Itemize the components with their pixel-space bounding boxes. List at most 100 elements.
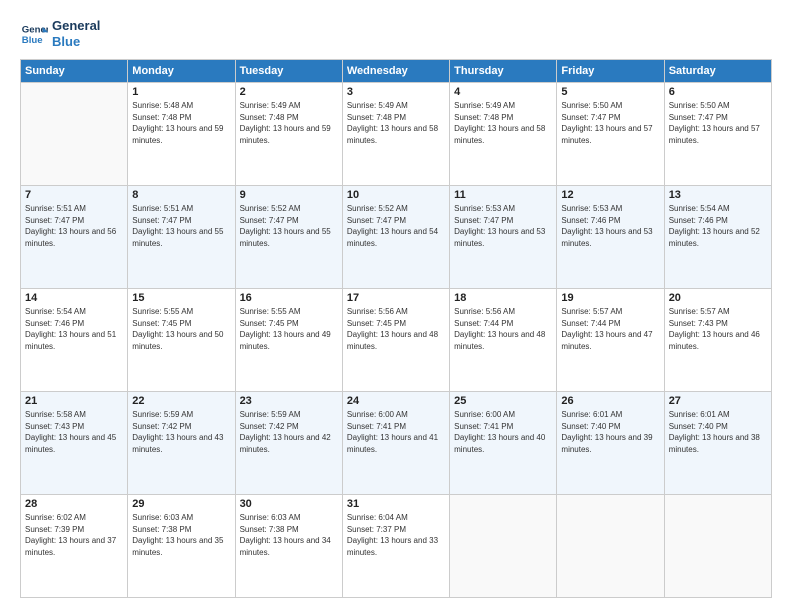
day-number: 31 bbox=[347, 498, 445, 510]
day-info: Sunrise: 5:48 AMSunset: 7:48 PMDaylight:… bbox=[132, 100, 230, 146]
day-number: 27 bbox=[669, 395, 767, 407]
calendar-cell: 17Sunrise: 5:56 AMSunset: 7:45 PMDayligh… bbox=[342, 289, 449, 392]
weekday-header-tuesday: Tuesday bbox=[235, 60, 342, 83]
day-info: Sunrise: 6:00 AMSunset: 7:41 PMDaylight:… bbox=[347, 409, 445, 455]
logo-text-blue: Blue bbox=[52, 34, 100, 50]
day-number: 22 bbox=[132, 395, 230, 407]
calendar-cell: 29 Sunrise: 6:03 AMSunset: 7:38 PMDayligh… bbox=[128, 495, 235, 598]
calendar-cell: 22Sunrise: 5:59 AMSunset: 7:42 PMDayligh… bbox=[128, 392, 235, 495]
calendar-page: General Blue General Blue SundayMondayTu… bbox=[0, 0, 792, 612]
day-info: Sunrise: 5:59 AMSunset: 7:42 PMDaylight:… bbox=[240, 409, 338, 455]
calendar-cell: 12 Sunrise: 5:53 AMSunset: 7:46 PMDayligh… bbox=[557, 186, 664, 289]
day-info: Sunrise: 5:57 AMSunset: 7:43 PMDaylight:… bbox=[669, 306, 767, 352]
weekday-header-friday: Friday bbox=[557, 60, 664, 83]
day-info: Sunrise: 6:03 AMSunset: 7:38 PMDaylight:… bbox=[132, 512, 230, 558]
day-number: 8 bbox=[132, 189, 230, 201]
calendar-cell: 28 Sunrise: 6:02 AMSunset: 7:39 PMDayligh… bbox=[21, 495, 128, 598]
day-number: 18 bbox=[454, 292, 552, 304]
calendar-cell: 10 Sunrise: 5:52 AMSunset: 7:47 PMDayligh… bbox=[342, 186, 449, 289]
day-info: Sunrise: 5:52 AMSunset: 7:47 PMDaylight:… bbox=[347, 203, 445, 249]
day-number: 10 bbox=[347, 189, 445, 201]
day-number: 3 bbox=[347, 86, 445, 98]
calendar-cell: 30 Sunrise: 6:03 AMSunset: 7:38 PMDayligh… bbox=[235, 495, 342, 598]
weekday-header-row: SundayMondayTuesdayWednesdayThursdayFrid… bbox=[21, 60, 772, 83]
weekday-header-sunday: Sunday bbox=[21, 60, 128, 83]
day-info: Sunrise: 5:50 AMSunset: 7:47 PMDaylight:… bbox=[561, 100, 659, 146]
calendar-cell: 31 Sunrise: 6:04 AMSunset: 7:37 PMDayligh… bbox=[342, 495, 449, 598]
day-number: 13 bbox=[669, 189, 767, 201]
day-info: Sunrise: 5:49 AMSunset: 7:48 PMDaylight:… bbox=[240, 100, 338, 146]
calendar-week-row: 28 Sunrise: 6:02 AMSunset: 7:39 PMDayligh… bbox=[21, 495, 772, 598]
calendar-cell: 20 Sunrise: 5:57 AMSunset: 7:43 PMDayligh… bbox=[664, 289, 771, 392]
calendar-week-row: 14 Sunrise: 5:54 AMSunset: 7:46 PMDayligh… bbox=[21, 289, 772, 392]
day-number: 23 bbox=[240, 395, 338, 407]
day-number: 12 bbox=[561, 189, 659, 201]
calendar-cell: 25 Sunrise: 6:00 AMSunset: 7:41 PMDayligh… bbox=[450, 392, 557, 495]
day-info: Sunrise: 6:00 AMSunset: 7:41 PMDaylight:… bbox=[454, 409, 552, 455]
calendar-table: SundayMondayTuesdayWednesdayThursdayFrid… bbox=[20, 59, 772, 598]
day-info: Sunrise: 5:49 AMSunset: 7:48 PMDaylight:… bbox=[454, 100, 552, 146]
calendar-cell: 21Sunrise: 5:58 AMSunset: 7:43 PMDayligh… bbox=[21, 392, 128, 495]
day-info: Sunrise: 5:51 AMSunset: 7:47 PMDaylight:… bbox=[132, 203, 230, 249]
day-number: 9 bbox=[240, 189, 338, 201]
day-number: 4 bbox=[454, 86, 552, 98]
weekday-header-wednesday: Wednesday bbox=[342, 60, 449, 83]
day-number: 7 bbox=[25, 189, 123, 201]
calendar-cell: 16Sunrise: 5:55 AMSunset: 7:45 PMDayligh… bbox=[235, 289, 342, 392]
calendar-week-row: 21Sunrise: 5:58 AMSunset: 7:43 PMDayligh… bbox=[21, 392, 772, 495]
calendar-cell bbox=[664, 495, 771, 598]
day-number: 5 bbox=[561, 86, 659, 98]
calendar-cell: 7 Sunrise: 5:51 AMSunset: 7:47 PMDaylight… bbox=[21, 186, 128, 289]
calendar-cell: 1 Sunrise: 5:48 AMSunset: 7:48 PMDaylight… bbox=[128, 83, 235, 186]
weekday-header-thursday: Thursday bbox=[450, 60, 557, 83]
calendar-cell: 6Sunrise: 5:50 AMSunset: 7:47 PMDaylight… bbox=[664, 83, 771, 186]
day-info: Sunrise: 6:04 AMSunset: 7:37 PMDaylight:… bbox=[347, 512, 445, 558]
calendar-cell: 14 Sunrise: 5:54 AMSunset: 7:46 PMDayligh… bbox=[21, 289, 128, 392]
day-number: 25 bbox=[454, 395, 552, 407]
day-number: 2 bbox=[240, 86, 338, 98]
day-number: 14 bbox=[25, 292, 123, 304]
calendar-cell: 4 Sunrise: 5:49 AMSunset: 7:48 PMDaylight… bbox=[450, 83, 557, 186]
calendar-cell bbox=[21, 83, 128, 186]
header: General Blue General Blue bbox=[20, 18, 772, 49]
day-info: Sunrise: 5:57 AMSunset: 7:44 PMDaylight:… bbox=[561, 306, 659, 352]
day-info: Sunrise: 5:58 AMSunset: 7:43 PMDaylight:… bbox=[25, 409, 123, 455]
day-info: Sunrise: 5:54 AMSunset: 7:46 PMDaylight:… bbox=[25, 306, 123, 352]
calendar-cell: 26 Sunrise: 6:01 AMSunset: 7:40 PMDayligh… bbox=[557, 392, 664, 495]
day-number: 6 bbox=[669, 86, 767, 98]
calendar-cell: 18 Sunrise: 5:56 AMSunset: 7:44 PMDayligh… bbox=[450, 289, 557, 392]
calendar-cell: 3 Sunrise: 5:49 AMSunset: 7:48 PMDaylight… bbox=[342, 83, 449, 186]
weekday-header-monday: Monday bbox=[128, 60, 235, 83]
day-info: Sunrise: 5:49 AMSunset: 7:48 PMDaylight:… bbox=[347, 100, 445, 146]
calendar-week-row: 1 Sunrise: 5:48 AMSunset: 7:48 PMDaylight… bbox=[21, 83, 772, 186]
calendar-cell: 23 Sunrise: 5:59 AMSunset: 7:42 PMDayligh… bbox=[235, 392, 342, 495]
logo-icon: General Blue bbox=[20, 20, 48, 48]
day-info: Sunrise: 6:01 AMSunset: 7:40 PMDaylight:… bbox=[561, 409, 659, 455]
calendar-cell: 13 Sunrise: 5:54 AMSunset: 7:46 PMDayligh… bbox=[664, 186, 771, 289]
day-info: Sunrise: 5:56 AMSunset: 7:45 PMDaylight:… bbox=[347, 306, 445, 352]
day-number: 11 bbox=[454, 189, 552, 201]
calendar-cell: 24Sunrise: 6:00 AMSunset: 7:41 PMDayligh… bbox=[342, 392, 449, 495]
day-number: 19 bbox=[561, 292, 659, 304]
day-info: Sunrise: 6:02 AMSunset: 7:39 PMDaylight:… bbox=[25, 512, 123, 558]
day-info: Sunrise: 5:56 AMSunset: 7:44 PMDaylight:… bbox=[454, 306, 552, 352]
day-number: 28 bbox=[25, 498, 123, 510]
calendar-cell: 19 Sunrise: 5:57 AMSunset: 7:44 PMDayligh… bbox=[557, 289, 664, 392]
day-info: Sunrise: 5:53 AMSunset: 7:46 PMDaylight:… bbox=[561, 203, 659, 249]
day-number: 26 bbox=[561, 395, 659, 407]
calendar-cell: 5 Sunrise: 5:50 AMSunset: 7:47 PMDaylight… bbox=[557, 83, 664, 186]
weekday-header-saturday: Saturday bbox=[664, 60, 771, 83]
calendar-cell: 8 Sunrise: 5:51 AMSunset: 7:47 PMDaylight… bbox=[128, 186, 235, 289]
day-number: 20 bbox=[669, 292, 767, 304]
day-info: Sunrise: 5:52 AMSunset: 7:47 PMDaylight:… bbox=[240, 203, 338, 249]
day-info: Sunrise: 6:03 AMSunset: 7:38 PMDaylight:… bbox=[240, 512, 338, 558]
day-number: 15 bbox=[132, 292, 230, 304]
day-info: Sunrise: 5:51 AMSunset: 7:47 PMDaylight:… bbox=[25, 203, 123, 249]
calendar-cell: 9 Sunrise: 5:52 AMSunset: 7:47 PMDaylight… bbox=[235, 186, 342, 289]
calendar-cell: 2 Sunrise: 5:49 AMSunset: 7:48 PMDaylight… bbox=[235, 83, 342, 186]
day-info: Sunrise: 5:54 AMSunset: 7:46 PMDaylight:… bbox=[669, 203, 767, 249]
day-number: 30 bbox=[240, 498, 338, 510]
calendar-cell: 27Sunrise: 6:01 AMSunset: 7:40 PMDayligh… bbox=[664, 392, 771, 495]
day-number: 29 bbox=[132, 498, 230, 510]
day-number: 1 bbox=[132, 86, 230, 98]
